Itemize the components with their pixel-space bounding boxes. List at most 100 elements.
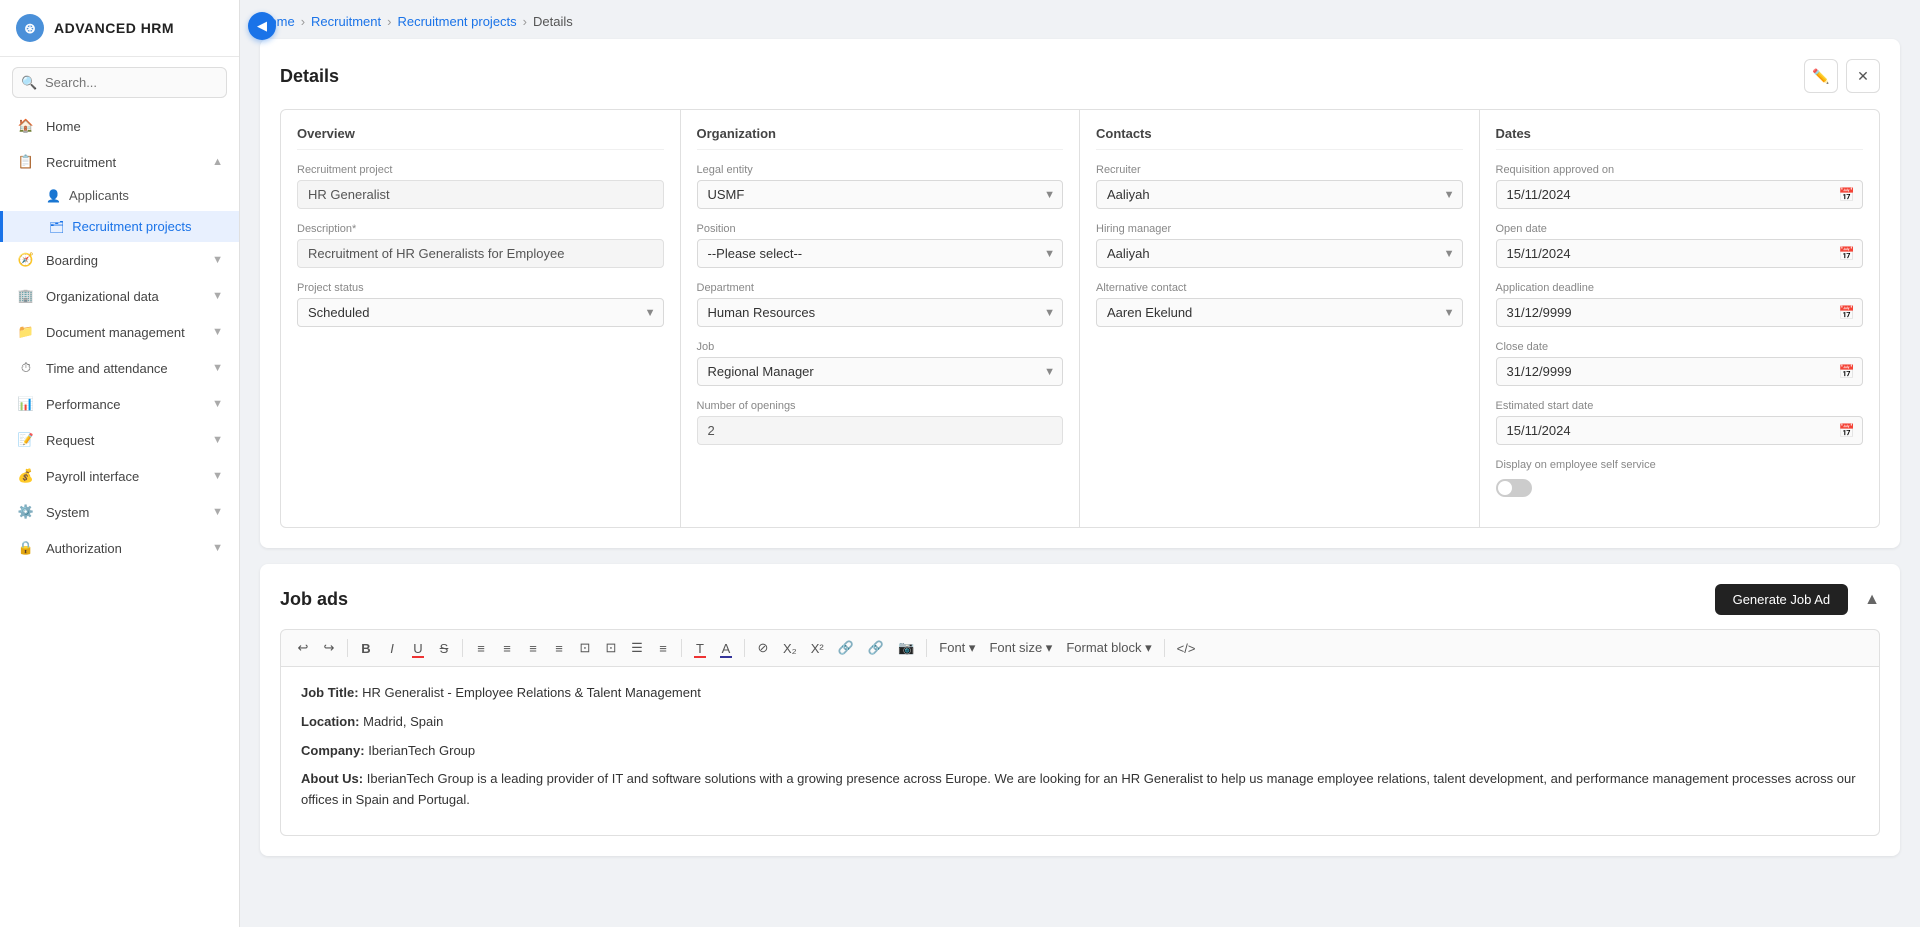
- logo-icon: ⊛: [16, 14, 44, 42]
- outdent-button[interactable]: ⊡: [599, 636, 623, 660]
- sidebar-item-time-attend[interactable]: ⏱ Time and attendance ▼: [0, 350, 239, 386]
- job-select[interactable]: Regional Manager: [697, 357, 1064, 386]
- alt-contact-select[interactable]: Aaren Ekelund: [1096, 298, 1463, 327]
- indent-button[interactable]: ⊡: [573, 636, 597, 660]
- est-start-date-input[interactable]: [1496, 416, 1864, 445]
- format-block-button[interactable]: Format block ▾: [1060, 636, 1157, 660]
- sidebar-item-label: Performance: [46, 397, 120, 412]
- applicants-icon: 👤: [46, 189, 61, 203]
- app-deadline-field: Application deadline 📅: [1496, 282, 1864, 327]
- department-select[interactable]: Human Resources: [697, 298, 1064, 327]
- job-select-wrapper: Regional Manager ▼: [697, 357, 1064, 386]
- search-icon: 🔍: [21, 75, 37, 91]
- superscript-button[interactable]: X²: [805, 637, 830, 660]
- requisition-approved-input[interactable]: [1496, 180, 1864, 209]
- image-button[interactable]: 📷: [892, 636, 920, 660]
- chevron-down-icon: ▼: [212, 506, 223, 518]
- recruitment-project-value: HR Generalist: [297, 180, 664, 209]
- editor-toolbar: ↩ ↪ B I U S ≡ ≡ ≡ ≡ ⊡ ⊡ ☰ ≡ T A ⊘ X₂ X² …: [280, 629, 1880, 667]
- sidebar-item-org-data[interactable]: 🏢 Organizational data ▼: [0, 278, 239, 314]
- company-value: IberianTech Group: [368, 743, 475, 758]
- recruitment-project-label: Recruitment project: [297, 164, 664, 176]
- sidebar-item-authorization[interactable]: 🔒 Authorization ▼: [0, 530, 239, 566]
- sidebar-item-request[interactable]: 📝 Request ▼: [0, 422, 239, 458]
- back-button[interactable]: ◀: [248, 12, 276, 40]
- font-family-button[interactable]: Font ▾: [933, 636, 981, 660]
- subscript-button[interactable]: X₂: [777, 637, 803, 660]
- position-label: Position: [697, 223, 1064, 235]
- sidebar-item-applicants[interactable]: 👤 Applicants: [0, 180, 239, 211]
- sidebar-item-performance[interactable]: 📊 Performance ▼: [0, 386, 239, 422]
- source-code-button[interactable]: </>: [1171, 637, 1202, 660]
- edit-button[interactable]: ✏️: [1804, 59, 1838, 93]
- breadcrumb-recruitment[interactable]: Recruitment: [311, 14, 381, 29]
- chevron-down-icon: ▼: [212, 434, 223, 446]
- align-center-button[interactable]: ≡: [495, 637, 519, 660]
- close-button[interactable]: ✕: [1846, 59, 1880, 93]
- ordered-list-button[interactable]: ≡: [651, 637, 675, 660]
- requisition-approved-field: Requisition approved on 📅: [1496, 164, 1864, 209]
- position-select[interactable]: --Please select--: [697, 239, 1064, 268]
- italic-button[interactable]: I: [380, 637, 404, 660]
- display-ess-toggle[interactable]: [1496, 479, 1532, 497]
- breadcrumb-sep-3: ›: [523, 14, 527, 29]
- font-size-button[interactable]: Font size ▾: [983, 636, 1058, 660]
- time-icon: ⏱: [16, 360, 36, 376]
- sidebar-item-label: Request: [46, 433, 94, 448]
- bold-button[interactable]: B: [354, 637, 378, 660]
- sidebar-item-system[interactable]: ⚙️ System ▼: [0, 494, 239, 530]
- close-date-label: Close date: [1496, 341, 1864, 353]
- sidebar-item-label: Home: [46, 119, 81, 134]
- editor-content[interactable]: Job Title: HR Generalist - Employee Rela…: [280, 667, 1880, 836]
- link-button[interactable]: 🔗: [832, 636, 860, 660]
- undo-button[interactable]: ↩: [291, 636, 315, 660]
- close-date-input[interactable]: [1496, 357, 1864, 386]
- search-input[interactable]: [12, 67, 227, 98]
- recruiter-select[interactable]: Aaliyah: [1096, 180, 1463, 209]
- position-field: Position --Please select-- ▼: [697, 223, 1064, 268]
- breadcrumb-recruitment-projects[interactable]: Recruitment projects: [397, 14, 516, 29]
- strikethrough-button[interactable]: S: [432, 637, 456, 660]
- sidebar-item-recruitment-projects[interactable]: 🗂 Recruitment projects: [0, 211, 239, 242]
- sidebar-item-payroll[interactable]: 💰 Payroll interface ▼: [0, 458, 239, 494]
- app-deadline-input[interactable]: [1496, 298, 1864, 327]
- alt-contact-label: Alternative contact: [1096, 282, 1463, 294]
- app-name: ADVANCED HRM: [54, 20, 174, 36]
- sidebar-item-doc-mgmt[interactable]: 📁 Document management ▼: [0, 314, 239, 350]
- sidebar-item-home[interactable]: 🏠 Home: [0, 108, 239, 144]
- sidebar-item-boarding[interactable]: 🧭 Boarding ▼: [0, 242, 239, 278]
- requisition-approved-wrapper: 📅: [1496, 180, 1864, 209]
- hiring-manager-select[interactable]: Aaliyah: [1096, 239, 1463, 268]
- auth-icon: 🔒: [16, 540, 36, 556]
- open-date-wrapper: 📅: [1496, 239, 1864, 268]
- openings-value: 2: [697, 416, 1064, 445]
- generate-job-ad-button[interactable]: Generate Job Ad: [1715, 584, 1849, 615]
- align-right-button[interactable]: ≡: [521, 637, 545, 660]
- job-title-value: HR Generalist - Employee Relations & Tal…: [362, 685, 701, 700]
- project-status-select[interactable]: Scheduled Active Closed: [297, 298, 664, 327]
- toolbar-separator: [462, 639, 463, 657]
- breadcrumb-sep-1: ›: [301, 14, 305, 29]
- sidebar-item-recruitment[interactable]: 📋 Recruitment ▲: [0, 144, 239, 180]
- legal-entity-select-wrapper: USMF ▼: [697, 180, 1064, 209]
- clear-format-button[interactable]: ⊘: [751, 636, 775, 660]
- align-left-button[interactable]: ≡: [469, 637, 493, 660]
- open-date-input[interactable]: [1496, 239, 1864, 268]
- legal-entity-select[interactable]: USMF: [697, 180, 1064, 209]
- sidebar-item-label: Payroll interface: [46, 469, 139, 484]
- redo-button[interactable]: ↪: [317, 636, 341, 660]
- underline-button[interactable]: U: [406, 637, 430, 660]
- font-color-button[interactable]: T: [688, 637, 712, 660]
- recruitment-project-field: Recruitment project HR Generalist: [297, 164, 664, 209]
- highlight-button[interactable]: A: [714, 637, 738, 660]
- unlink-button[interactable]: 🔗: [862, 636, 890, 660]
- hiring-manager-field: Hiring manager Aaliyah ▼: [1096, 223, 1463, 268]
- sidebar-item-label: Boarding: [46, 253, 98, 268]
- collapse-button[interactable]: ▲: [1864, 591, 1880, 609]
- department-field: Department Human Resources ▼: [697, 282, 1064, 327]
- align-justify-button[interactable]: ≡: [547, 637, 571, 660]
- unordered-list-button[interactable]: ☰: [625, 636, 649, 660]
- toolbar-separator: [681, 639, 682, 657]
- overview-section: Overview Recruitment project HR Generali…: [281, 110, 681, 527]
- alt-contact-field: Alternative contact Aaren Ekelund ▼: [1096, 282, 1463, 327]
